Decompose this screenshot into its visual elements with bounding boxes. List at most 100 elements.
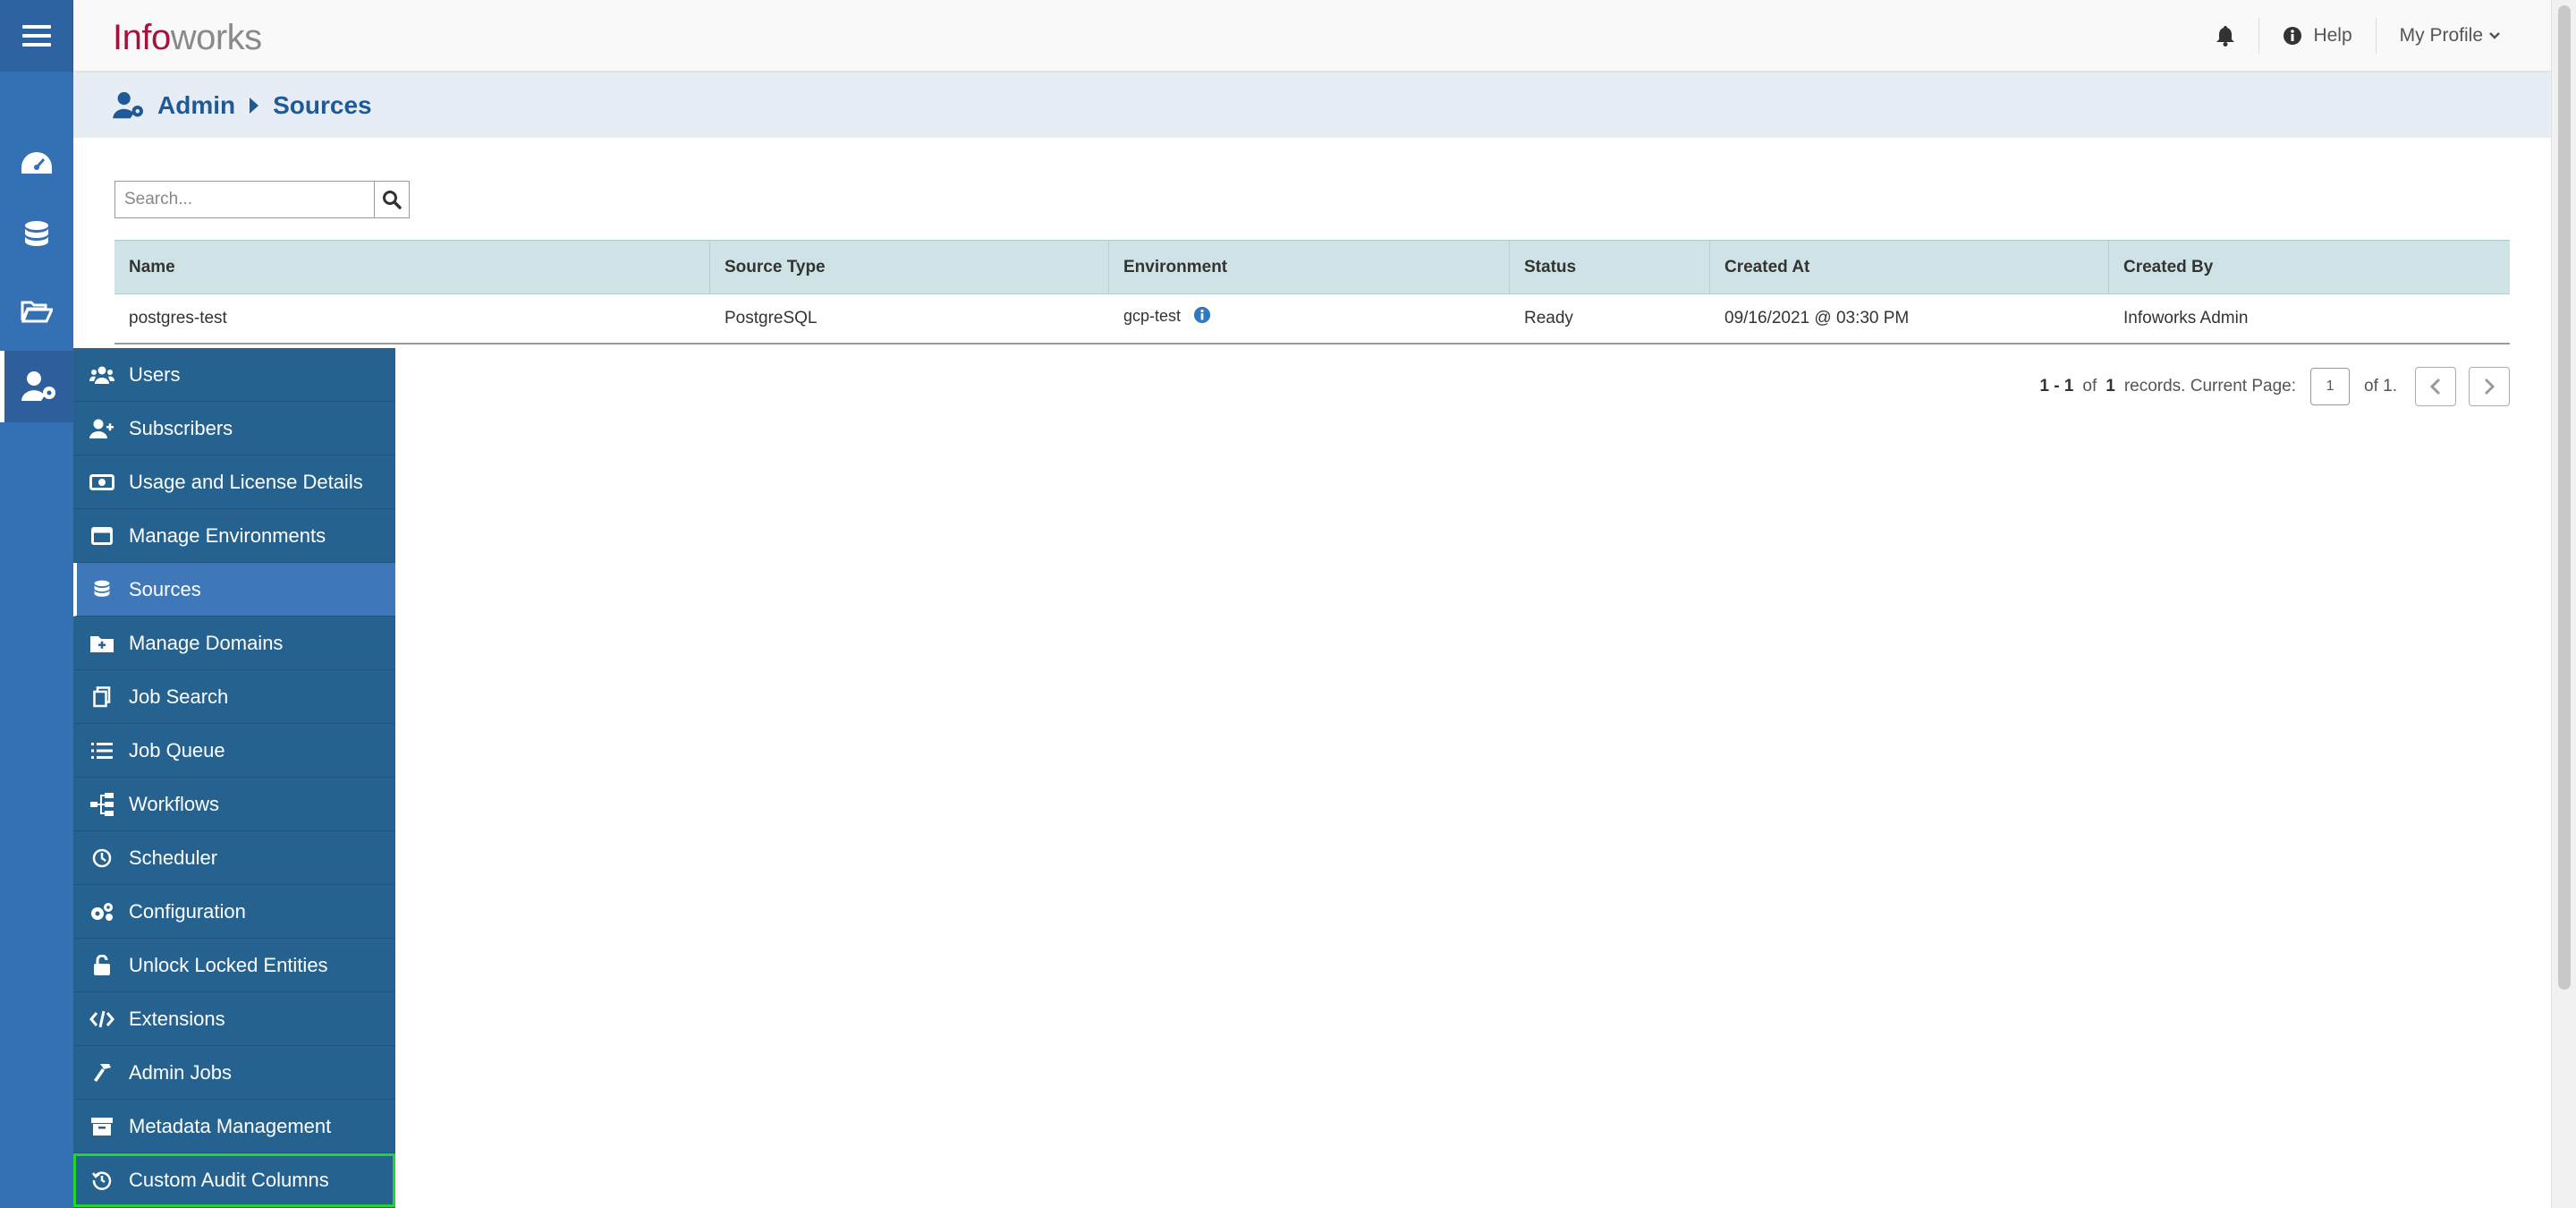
total-pages-label: of 1. [2364, 377, 2397, 396]
profile-label: My Profile [2399, 25, 2483, 46]
menu-item-label: Workflows [129, 792, 220, 815]
cell-created-at: 09/16/2021 @ 03:30 PM [1724, 309, 1910, 328]
menu-item-metadata-management[interactable]: Metadata Management [73, 1100, 395, 1153]
menu-item-scheduler[interactable]: Scheduler [73, 831, 395, 885]
column-header-status[interactable]: Status [1510, 240, 1710, 294]
user-plus-icon [89, 419, 114, 438]
hamburger-menu-button[interactable] [0, 0, 73, 72]
chevron-down-icon [2489, 32, 2500, 39]
menu-item-label: Sources [129, 577, 201, 600]
nav-rail [0, 0, 73, 1208]
column-header-environment[interactable]: Environment [1109, 240, 1510, 294]
menu-item-users[interactable]: Users [73, 348, 395, 402]
menu-item-label: Job Queue [129, 738, 225, 761]
search-bar [114, 181, 410, 218]
menu-item-manage-domains[interactable]: Manage Domains [73, 617, 395, 670]
my-profile-dropdown[interactable]: My Profile [2377, 18, 2524, 54]
previous-page-button[interactable] [2415, 367, 2456, 406]
cell-source-type: PostgreSQL [724, 309, 818, 328]
chevron-right-icon [2484, 378, 2496, 396]
search-input[interactable] [114, 181, 374, 218]
menu-item-manage-environments[interactable]: Manage Environments [73, 509, 395, 563]
logo-text-info: Info [113, 18, 171, 57]
unlock-icon [94, 954, 110, 975]
admin-flyout-menu: Users Subscribers Usage and License Deta… [73, 348, 395, 1208]
copy-icon [93, 685, 111, 707]
menu-item-workflows[interactable]: Workflows [73, 778, 395, 831]
cell-created-by: Infoworks Admin [2123, 309, 2249, 328]
archive-icon [91, 1117, 113, 1136]
menu-item-label: Usage and License Details [129, 470, 363, 493]
cogs-icon [91, 902, 113, 921]
info-circle-icon [2284, 27, 2302, 45]
database-icon [25, 221, 48, 246]
users-icon [89, 366, 114, 384]
menu-item-usage-and-license-details[interactable]: Usage and License Details [73, 455, 395, 509]
menu-item-label: Users [129, 362, 181, 386]
cell-name[interactable]: postgres-test [114, 309, 710, 328]
help-label: Help [2313, 25, 2352, 46]
breadcrumb-sources: Sources [273, 91, 372, 119]
menu-item-configuration[interactable]: Configuration [73, 885, 395, 939]
record-total: 1 [2106, 377, 2115, 396]
menu-item-subscribers[interactable]: Subscribers [73, 402, 395, 455]
of-label: of [2082, 377, 2097, 396]
column-header-name[interactable]: Name [114, 240, 710, 294]
rail-dashboard-button[interactable] [0, 128, 73, 200]
rail-data-catalog-button[interactable] [0, 200, 73, 271]
help-link[interactable]: Help [2259, 18, 2375, 54]
records-label: records. Current Page: [2123, 377, 2297, 396]
column-header-source-type[interactable]: Source Type [710, 240, 1109, 294]
breadcrumb-admin[interactable]: Admin [157, 91, 235, 120]
menu-item-label: Extensions [129, 1007, 225, 1030]
hammer-icon [94, 1063, 111, 1082]
cell-environment: gcp-test [1109, 307, 1510, 326]
top-header: Infoworks Help My Profile [73, 0, 2551, 72]
rail-admin-button[interactable] [0, 351, 73, 422]
column-header-created-by[interactable]: Created By [2109, 241, 2510, 294]
menu-item-label: Job Search [129, 685, 229, 708]
menu-item-label: Unlock Locked Entities [129, 953, 328, 976]
rail-domains-button[interactable] [0, 276, 73, 347]
dashboard-gauge-icon [21, 152, 52, 174]
sitemap-icon [90, 792, 114, 816]
search-button[interactable] [374, 181, 410, 218]
table-row[interactable]: postgres-test PostgreSQL gcp-test Ready … [114, 294, 2510, 343]
vertical-scrollbar[interactable] [2551, 0, 2576, 1208]
history-icon [92, 1170, 112, 1190]
menu-item-label: Configuration [129, 899, 246, 923]
notifications-button[interactable] [2192, 18, 2258, 54]
menu-item-job-search[interactable]: Job Search [73, 670, 395, 724]
chevron-left-icon [2429, 378, 2441, 396]
bell-icon [2216, 26, 2235, 47]
menu-item-sources[interactable]: Sources [73, 563, 395, 617]
menu-item-label: Manage Domains [129, 631, 284, 654]
pagination: 1 - 1 of 1 records. Current Page: 1 of 1… [2039, 367, 2510, 406]
next-page-button[interactable] [2469, 367, 2510, 406]
environment-label: gcp-test [1123, 306, 1182, 325]
menu-item-unlock-locked-entities[interactable]: Unlock Locked Entities [73, 939, 395, 992]
menu-item-label: Custom Audit Columns [129, 1168, 329, 1191]
scrollbar-thumb[interactable] [2558, 5, 2571, 990]
user-cog-icon [21, 371, 55, 401]
info-circle-icon[interactable] [1193, 306, 1211, 324]
sources-table: Name Source Type Environment Status Crea… [114, 240, 2510, 345]
user-cog-icon [113, 91, 143, 119]
infoworks-logo[interactable]: Infoworks [113, 18, 262, 58]
caret-right-icon [250, 98, 259, 114]
menu-item-custom-audit-columns[interactable]: Custom Audit Columns [73, 1153, 395, 1207]
money-bill-icon [89, 473, 114, 490]
clock-icon [92, 848, 112, 867]
menu-item-label: Subscribers [129, 416, 233, 439]
table-header: Name Source Type Environment Status Crea… [114, 240, 2510, 294]
window-icon [91, 526, 113, 545]
menu-item-label: Scheduler [129, 846, 218, 869]
menu-item-admin-jobs[interactable]: Admin Jobs [73, 1046, 395, 1100]
current-page-input[interactable]: 1 [2310, 368, 2351, 405]
menu-item-extensions[interactable]: Extensions [73, 992, 395, 1046]
column-header-created-at[interactable]: Created At [1710, 240, 2109, 294]
menu-item-job-queue[interactable]: Job Queue [73, 724, 395, 778]
hamburger-icon [22, 25, 51, 47]
menu-item-label: Manage Environments [129, 523, 326, 547]
menu-item-label: Admin Jobs [129, 1060, 232, 1084]
